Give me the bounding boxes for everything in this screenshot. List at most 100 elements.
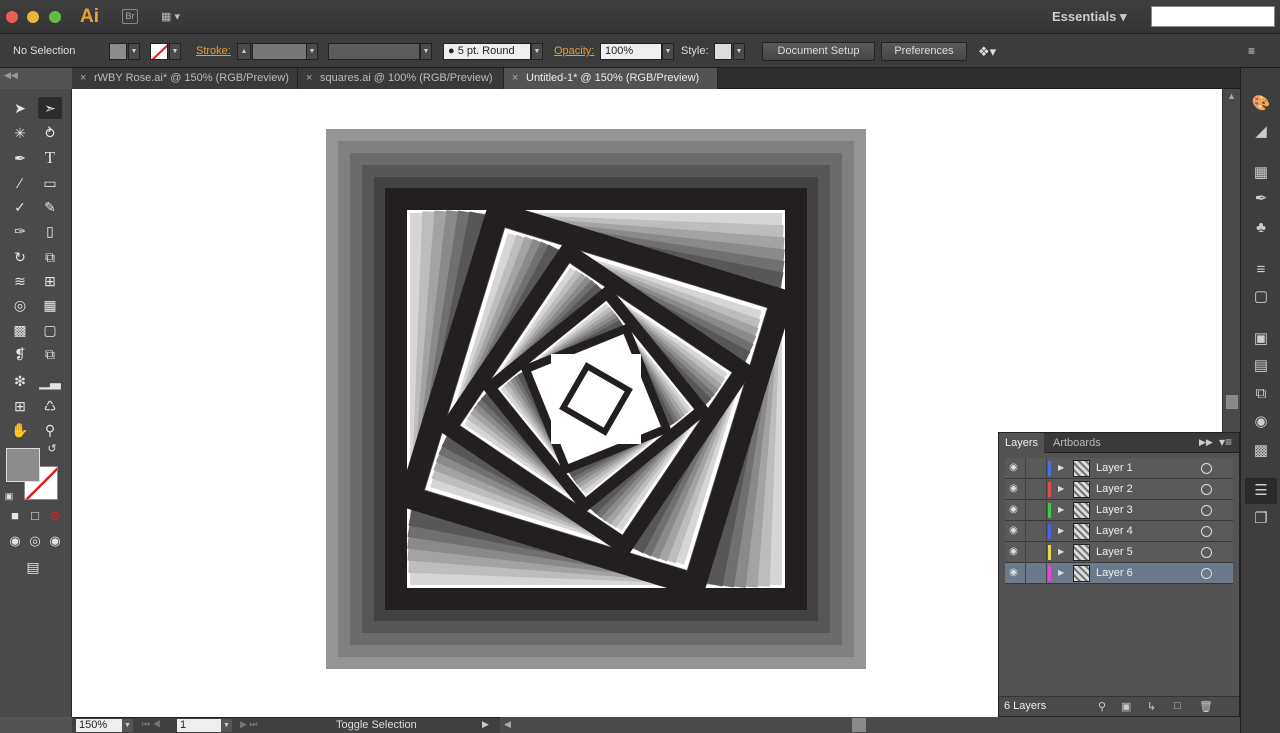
target-circle-icon[interactable] <box>1201 568 1212 579</box>
artboard-tool-icon[interactable]: ⊞ <box>8 395 32 417</box>
layer-name[interactable]: Layer 6 <box>1096 567 1133 579</box>
preferences-button[interactable]: Preferences <box>881 42 967 61</box>
swap-fill-stroke-icon[interactable]: ↺ <box>42 441 62 457</box>
expand-triangle-icon[interactable]: ▶ <box>1058 505 1064 514</box>
layers-panel-icon[interactable]: ☰ <box>1245 478 1277 504</box>
close-icon[interactable]: × <box>306 68 312 89</box>
layer-row[interactable]: ◉ ▶ Layer 5 <box>1005 542 1233 563</box>
make-clipping-mask-icon[interactable]: ▣ <box>1121 700 1131 713</box>
fill-dropdown[interactable]: ▼ <box>128 43 140 60</box>
close-icon[interactable]: × <box>512 68 518 89</box>
close-icon[interactable]: × <box>80 68 86 89</box>
expand-triangle-icon[interactable]: ▶ <box>1058 568 1064 577</box>
status-menu-icon[interactable]: ▶ <box>482 719 489 730</box>
opacity-dropdown[interactable]: ▼ <box>662 43 674 60</box>
tab-artboards[interactable]: Artboards <box>1047 433 1107 453</box>
first-artboard-icon[interactable]: ⏮ ◀ <box>142 719 161 730</box>
artboards-panel-icon[interactable]: ❐ <box>1251 509 1271 529</box>
collapse-toolbox-icon[interactable]: ◀◀ <box>4 70 18 81</box>
pen-tool-icon[interactable]: ✒ <box>8 147 32 169</box>
pencil-tool-icon[interactable]: ✎ <box>38 196 62 218</box>
selection-tool-icon[interactable]: ➤ <box>8 97 32 119</box>
rectangle-tool-icon[interactable]: ▭ <box>38 172 62 194</box>
help-search-input[interactable] <box>1151 6 1275 27</box>
layer-row[interactable]: ◉ ▶ Layer 2 <box>1005 479 1233 500</box>
visibility-eye-icon[interactable]: ◉ <box>1007 525 1020 537</box>
zoom-level-field[interactable]: 150% <box>76 719 122 732</box>
horizontal-scrollbar[interactable]: ◀ <box>500 717 1240 733</box>
zoom-window-button[interactable] <box>49 11 61 23</box>
target-circle-icon[interactable] <box>1201 526 1212 537</box>
horizontal-scroll-thumb[interactable] <box>852 718 866 732</box>
rotate-tool-icon[interactable]: ↻ <box>8 246 32 268</box>
visibility-eye-icon[interactable]: ◉ <box>1007 504 1020 516</box>
scroll-left-icon[interactable]: ◀ <box>504 719 511 730</box>
gradient-mode-icon[interactable]: □ <box>25 506 45 526</box>
symbol-sprayer-tool-icon[interactable]: ❇ <box>8 370 32 392</box>
expand-panel-icon[interactable]: ▶▶ <box>1199 437 1213 448</box>
vertical-scroll-thumb[interactable] <box>1226 395 1238 409</box>
gradient-tool-icon[interactable]: ▢ <box>38 319 62 341</box>
artboard-dropdown[interactable]: ▼ <box>221 719 232 732</box>
visibility-eye-icon[interactable]: ◉ <box>1007 567 1020 579</box>
layer-row[interactable]: ◉ ▶ Layer 4 <box>1005 521 1233 542</box>
perspective-grid-tool-icon[interactable]: ▦ <box>38 294 62 316</box>
graphic-style-dropdown[interactable]: ▼ <box>733 43 745 60</box>
eraser-tool-icon[interactable]: ▯ <box>38 220 62 242</box>
type-tool-icon[interactable]: T <box>38 147 62 169</box>
graphic-styles-panel-icon[interactable]: ▩ <box>1251 441 1271 461</box>
layer-row[interactable]: ◉ ▶ Layer 6 <box>1005 563 1233 584</box>
paintbrush-tool-icon[interactable]: ✓ <box>8 196 32 218</box>
blob-brush-tool-icon[interactable]: ✑ <box>8 220 32 242</box>
bridge-button[interactable]: Br <box>122 9 138 24</box>
locate-object-icon[interactable]: ⚲ <box>1098 700 1106 713</box>
brush-dropdown[interactable]: ▼ <box>531 43 543 60</box>
next-artboard-icon[interactable]: ▶ ⏭ <box>240 719 258 730</box>
screen-mode-icon[interactable]: ▤ <box>20 556 46 578</box>
lock-toggle[interactable] <box>1025 563 1047 584</box>
stroke-weight-field[interactable] <box>252 43 308 60</box>
mesh-tool-icon[interactable]: ▩ <box>8 319 32 341</box>
visibility-eye-icon[interactable]: ◉ <box>1007 462 1020 474</box>
lock-toggle[interactable] <box>1025 500 1047 521</box>
brushes-panel-icon[interactable]: ✒ <box>1251 189 1271 209</box>
color-guide-icon[interactable]: ◢ <box>1251 122 1271 142</box>
arrange-documents-button[interactable]: ▦ ▾ <box>161 10 187 24</box>
blend-tool-icon[interactable]: ⧉ <box>38 343 62 365</box>
expand-triangle-icon[interactable]: ▶ <box>1058 547 1064 556</box>
minimize-window-button[interactable] <box>27 11 39 23</box>
color-mode-icon[interactable]: ■ <box>5 506 25 526</box>
workspace-switcher[interactable]: Essentials ▾ <box>1052 9 1126 25</box>
default-fill-stroke-icon[interactable]: ▣ <box>2 489 16 503</box>
brush-definition[interactable]: ● 5 pt. Round <box>443 43 531 60</box>
stroke-weight-stepper[interactable]: ▲ <box>237 43 251 60</box>
symbols-panel-icon[interactable]: ♣ <box>1251 218 1271 238</box>
tab-squares[interactable]: × squares.ai @ 100% (RGB/Preview) <box>298 68 504 89</box>
transform-panel-icon[interactable]: ▣ <box>1251 329 1271 349</box>
hand-tool-icon[interactable]: ✋ <box>8 419 32 441</box>
layer-row[interactable]: ◉ ▶ Layer 3 <box>1005 500 1233 521</box>
shape-builder-tool-icon[interactable]: ◎ <box>8 294 32 316</box>
graphic-style-swatch[interactable] <box>714 43 732 60</box>
target-circle-icon[interactable] <box>1201 484 1212 495</box>
status-mode-label[interactable]: Toggle Selection <box>336 719 417 731</box>
appearance-panel-icon[interactable]: ◉ <box>1251 412 1271 432</box>
close-window-button[interactable] <box>6 11 18 23</box>
layer-name[interactable]: Layer 1 <box>1096 462 1133 474</box>
delete-layer-icon[interactable]: 🗑 <box>1199 700 1213 713</box>
warp-tool-icon[interactable]: ≋ <box>8 270 32 292</box>
lasso-tool-icon[interactable]: ⥁ <box>38 122 62 144</box>
eyedropper-tool-icon[interactable]: ❡ <box>8 343 32 365</box>
lock-toggle[interactable] <box>1025 479 1047 500</box>
zoom-tool-icon[interactable]: ⚲ <box>38 419 62 441</box>
zoom-dropdown[interactable]: ▼ <box>122 719 133 732</box>
lock-toggle[interactable] <box>1025 542 1047 563</box>
color-panel-icon[interactable]: 🎨 <box>1251 94 1271 114</box>
variable-width-dropdown[interactable]: ▼ <box>420 43 432 60</box>
create-sublayer-icon[interactable]: ↳ <box>1147 700 1156 713</box>
document-setup-button[interactable]: Document Setup <box>762 42 875 61</box>
tab-layers[interactable]: Layers <box>999 433 1045 453</box>
slice-tool-icon[interactable]: ♺ <box>38 395 62 417</box>
stroke-swatch[interactable] <box>150 43 168 60</box>
scroll-up-icon[interactable]: ▲ <box>1227 91 1236 101</box>
